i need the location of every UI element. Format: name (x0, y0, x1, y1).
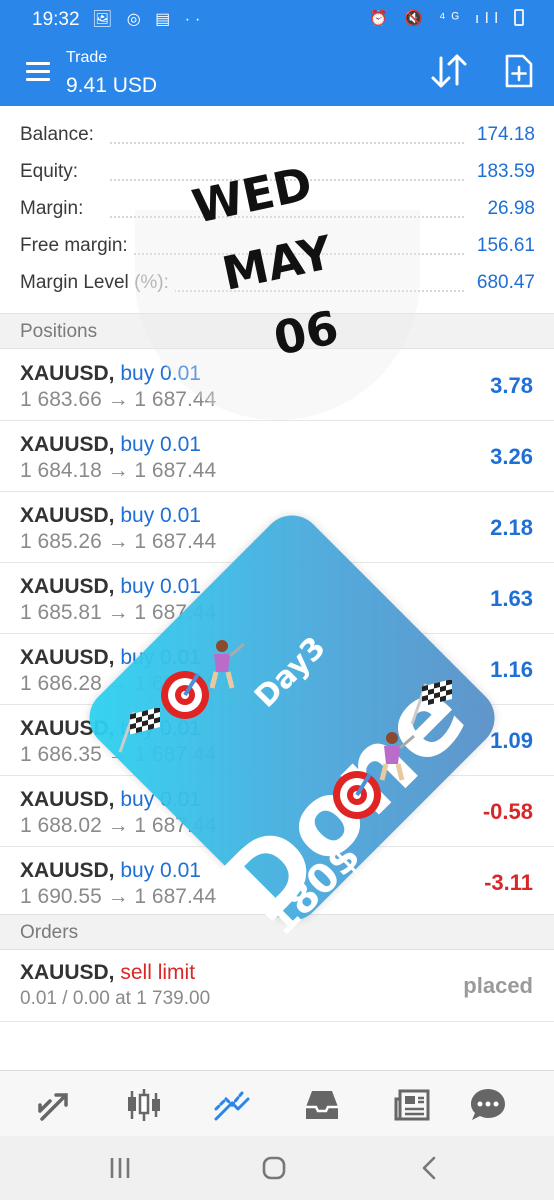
news-icon[interactable] (392, 1085, 432, 1125)
position-type: buy 0.01 (120, 504, 201, 527)
trade-icon[interactable] (212, 1085, 252, 1125)
back-icon[interactable] (416, 1154, 444, 1182)
recent-apps-icon[interactable] (106, 1154, 134, 1182)
battery-icon (514, 9, 524, 26)
order-symbol: XAUUSD, sell limit (20, 961, 196, 984)
status-time: 19:32 (32, 9, 80, 30)
position-type: buy 0.01 (120, 859, 201, 882)
position-symbol: XAUUSD, buy 0.01 (20, 433, 201, 456)
position-symbol: XAUUSD, buy 0.01 (20, 504, 201, 527)
position-profit: -3.11 (484, 870, 533, 895)
summary-row: Balance: 174.18 (0, 118, 554, 155)
summary-label-text: Margin Level (20, 272, 129, 293)
menu-icon[interactable] (26, 62, 50, 82)
summary-label: Balance: (20, 124, 100, 146)
golfer-icon (209, 640, 245, 689)
quotes-icon[interactable] (36, 1085, 76, 1125)
app-bar: Trade 9.41 USD (0, 40, 554, 106)
position-profit: 3.78 (490, 373, 533, 398)
position-profit: 1.09 (490, 728, 533, 753)
position-prices: 1 683.66 → 1 687.44 (20, 388, 217, 411)
position-profit: 1.63 (490, 586, 533, 611)
position-row[interactable]: XAUUSD, buy 0.01 1 684.18 → 1 687.44 3.2… (0, 421, 554, 492)
summary-value: 156.61 (470, 235, 535, 257)
notification-icons: 🖼 ◎ ▤ ·· (92, 11, 206, 28)
order-detail: 0.01 / 0.00 at 1 739.00 (20, 988, 211, 1009)
order-status: placed (463, 973, 533, 998)
position-type: buy 0.01 (120, 433, 201, 456)
history-inbox-icon[interactable] (302, 1085, 342, 1125)
position-symbol: XAUUSD, buy 0.01 (20, 859, 201, 882)
home-icon[interactable] (260, 1154, 288, 1182)
summary-value: 183.59 (470, 161, 535, 183)
golfer-icon (379, 732, 415, 781)
bottom-nav (0, 1070, 554, 1136)
status-bar: 19:32 🖼 ◎ ▤ ·· ⏰ 🔇 ⁴ᴳ ıll (0, 0, 554, 40)
summary-label: Free margin: (20, 235, 134, 257)
new-order-icon[interactable] (503, 54, 535, 88)
system-status-icons: ⏰ 🔇 ⁴ᴳ ıll (369, 9, 524, 27)
position-type: buy 0.01 (120, 575, 201, 598)
position-prices: 1 684.18 → 1 687.44 (20, 459, 217, 482)
profit-total: 9.41 USD (66, 74, 158, 97)
position-profit: -0.58 (482, 799, 533, 824)
sort-icon[interactable] (430, 54, 468, 88)
checkered-flag-icon (410, 680, 452, 725)
summary-value: 174.18 (470, 124, 535, 146)
summary-value: 26.98 (481, 198, 535, 220)
position-prices: 1 685.26 → 1 687.44 (20, 530, 217, 553)
section-title: Positions (20, 321, 98, 342)
position-profit: 3.26 (490, 444, 533, 469)
system-status-text: ⏰ 🔇 ⁴ᴳ ıll (369, 10, 504, 27)
order-type: sell limit (120, 961, 196, 984)
checkered-flag-icon (118, 708, 160, 753)
chart-icon[interactable] (124, 1085, 164, 1125)
section-title: Orders (20, 922, 79, 943)
order-row[interactable]: XAUUSD, sell limit 0.01 / 0.00 at 1 739.… (0, 950, 554, 1022)
page-title: Trade (66, 49, 108, 66)
summary-value: 680.47 (470, 272, 535, 294)
summary-label: Margin: (20, 198, 90, 220)
position-profit: 1.16 (490, 657, 533, 682)
position-symbol: XAUUSD, buy 0.01 (20, 575, 201, 598)
chat-icon[interactable] (468, 1085, 508, 1125)
position-prices: 1 690.55 → 1 687.44 (20, 885, 217, 908)
position-profit: 2.18 (490, 515, 533, 540)
system-nav (0, 1136, 554, 1200)
summary-label: Equity: (20, 161, 85, 183)
